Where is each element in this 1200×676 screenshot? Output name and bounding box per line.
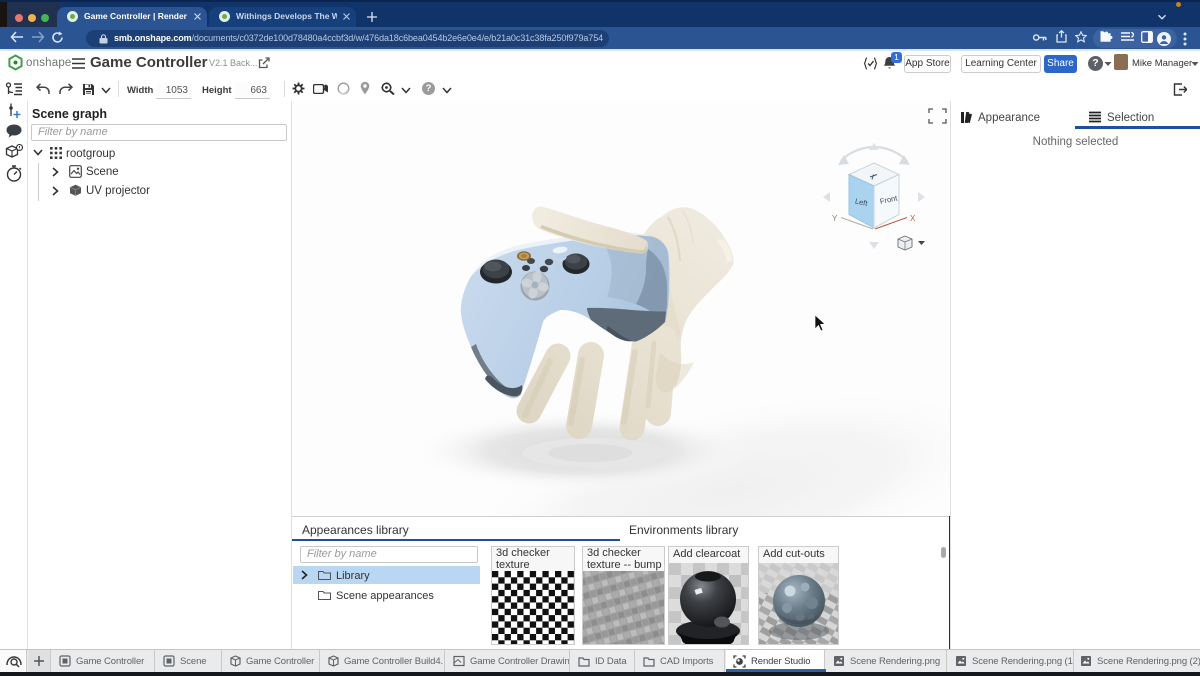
svg-text:Y: Y bbox=[832, 214, 838, 223]
svg-text:X: X bbox=[910, 214, 916, 223]
